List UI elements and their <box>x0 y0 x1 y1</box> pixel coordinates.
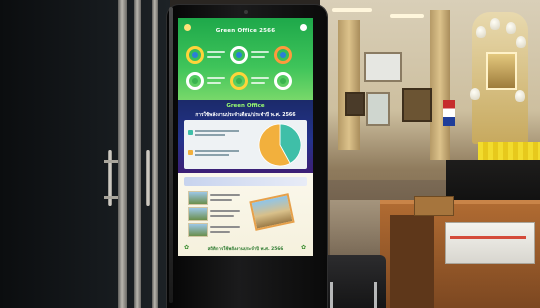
stat-ring <box>274 72 292 90</box>
chair-leg <box>330 282 333 308</box>
handle-bracket <box>104 196 118 199</box>
window <box>366 92 390 126</box>
pillar <box>430 10 450 160</box>
stat-ring <box>274 46 292 64</box>
flower <box>515 90 525 102</box>
poster-subtitle: ​ <box>178 36 313 40</box>
kiosk-screen: Green Office 2566 ​ Green Office การใช้พ… <box>178 18 313 256</box>
activity-thumbnail <box>188 191 208 205</box>
leaf-icon: ✿ <box>301 244 307 251</box>
energy-chart-section: Green Office การใช้พลังงานประจำเดือน/ประ… <box>178 100 313 173</box>
stat-text-line <box>207 56 221 58</box>
stat-text-line <box>251 82 265 84</box>
stat-text-line <box>251 51 269 53</box>
camera-dot <box>244 10 248 14</box>
footer-caption: สถิติการใช้พลังงานประจำปี พ.ศ. 2566 <box>207 247 284 252</box>
activity-text-line <box>210 231 230 233</box>
stat-ring <box>230 46 248 64</box>
white-box <box>445 222 535 264</box>
activity-thumbnail <box>188 223 208 237</box>
stat-text-line <box>207 77 225 79</box>
activities-header <box>184 177 307 186</box>
energy-pie-chart <box>258 123 302 167</box>
portrait <box>486 52 517 90</box>
door-handle <box>146 150 150 206</box>
activity-text-line <box>210 226 240 228</box>
stat-ring <box>186 72 204 90</box>
activity-thumbnail <box>188 207 208 221</box>
chart-section-subtitle: การใช้พลังงานประจำเดือน/ประจำปี พ.ศ. 256… <box>195 113 296 118</box>
door-frame-left <box>118 0 127 308</box>
featured-activity-photo <box>249 193 295 231</box>
flower <box>506 22 516 34</box>
flower <box>490 18 500 30</box>
notice-board <box>345 92 365 116</box>
activity-text-line <box>210 199 232 201</box>
stat-text-line <box>207 82 221 84</box>
desk-panel <box>390 215 434 308</box>
activities-section: ✿ สถิติการใช้พลังงานประจำปี พ.ศ. 2566 ✿ <box>178 173 313 256</box>
door-frame-edge <box>152 0 158 308</box>
flower <box>516 36 526 48</box>
notice-board <box>402 88 432 122</box>
chart-section-title: Green Office <box>226 103 265 109</box>
legend-text <box>195 149 245 156</box>
legend-text <box>195 129 245 136</box>
glass-door <box>0 0 170 308</box>
window <box>364 52 402 82</box>
handle-bracket <box>104 160 118 163</box>
chair-leg <box>374 282 377 308</box>
stat-ring <box>186 46 204 64</box>
cardboard-box <box>414 196 454 216</box>
photo-scene: Green Office 2566 ​ Green Office การใช้พ… <box>0 0 540 308</box>
poster-title: Green Office 2566 <box>215 28 276 34</box>
poster-stats-section: Green Office 2566 ​ <box>178 18 313 100</box>
door-frame-right <box>134 0 141 308</box>
legend-swatch <box>188 150 193 155</box>
legend-swatch <box>188 130 193 135</box>
stat-text-line <box>251 56 265 58</box>
activity-text-line <box>210 215 234 217</box>
flag <box>443 100 455 126</box>
stat-ring <box>230 72 248 90</box>
stat-text-line <box>251 77 269 79</box>
box-stripe <box>450 236 526 239</box>
stat-text-line <box>207 51 225 53</box>
pillar <box>338 20 360 150</box>
chart-card <box>184 120 307 169</box>
activity-text-line <box>210 210 240 212</box>
ceiling-light <box>332 8 372 12</box>
flower <box>476 26 486 38</box>
kiosk-edge-highlight <box>169 7 173 303</box>
activity-text-line <box>210 194 240 196</box>
ceiling-light <box>390 14 424 18</box>
flower <box>470 88 480 100</box>
